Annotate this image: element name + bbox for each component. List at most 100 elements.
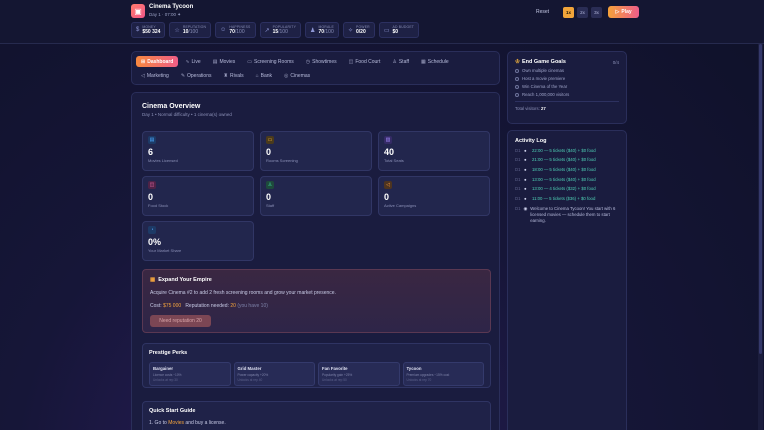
market-icon: ◔ — [148, 226, 156, 234]
clock-icon: ◷ — [305, 58, 311, 65]
log-entry: D1 ◉ Welcome to Cinema Tycoon! You start w… — [515, 205, 616, 224]
circle-icon — [515, 92, 519, 97]
play-button[interactable]: ▷ Play — [608, 6, 640, 18]
ticket-icon: ● — [524, 166, 527, 172]
pulse-icon: ∿ — [185, 58, 190, 65]
speed-3x-button[interactable]: 3x — [591, 6, 603, 18]
tab-staff[interactable]: ♙ Staff — [387, 56, 414, 67]
goal-item: Host a movie premiere — [515, 76, 619, 81]
expand-description: Acquire Cinema #2 to add 2 fresh screeni… — [150, 290, 336, 296]
page-scrollbar[interactable] — [758, 44, 763, 430]
stat-happiness: ☺ HAPPINESS 70/100 — [215, 22, 256, 38]
tab-cinemas[interactable]: ◎ Cinemas — [279, 70, 315, 81]
tab-live[interactable]: ∿ Live — [180, 56, 205, 67]
card-active-campaigns: ◁ 0 Active Campaigns — [378, 176, 490, 216]
info-icon: ◉ — [523, 205, 528, 211]
goals-title: End Game Goals — [521, 59, 566, 65]
reset-button[interactable]: Reset — [532, 7, 553, 17]
food-icon: ◫ — [348, 58, 354, 65]
log-entry: D1 ● 18:00 — 5 tickets ($40) + $0 food — [515, 166, 596, 172]
card-total-seats: ▥ 40 Total Seats — [378, 131, 490, 171]
guide-title: Quick Start Guide — [149, 408, 196, 414]
tab-screening-rooms[interactable]: ▭ Screening Rooms — [242, 56, 298, 67]
stat-money: $ MONEY $50 324 — [131, 22, 166, 38]
screen-icon: ▭ — [266, 136, 274, 144]
rivals-icon: ♜ — [223, 72, 228, 79]
morale-icon: ♟ — [310, 27, 316, 34]
main-nav: ⊞ Dashboard ∿ Live ▤ Movies ▭ Screening Room… — [131, 51, 500, 85]
perk-card: Tycoon Premium upgrades −15% cost Unlocks … — [402, 362, 484, 386]
quick-start-guide: Quick Start Guide 1. Go to Movies and bu… — [142, 401, 491, 430]
log-entry: D1 ● 21:00 — 5 tickets ($40) + $0 food — [515, 157, 596, 163]
clapperboard-icon: ▣ — [131, 4, 145, 18]
tab-operations[interactable]: ✎ Operations — [176, 70, 217, 81]
smile-icon: ☺ — [220, 27, 227, 33]
tab-rivals[interactable]: ♜ Rivals — [218, 70, 248, 81]
stat-power: ✧ POWER 0/20 — [342, 22, 375, 38]
tab-marketing[interactable]: ◁ Marketing — [136, 70, 174, 81]
trend-icon: ↗ — [264, 27, 270, 34]
goal-item: Win Cinema of the Year — [515, 84, 619, 89]
seats-icon: ▥ — [384, 136, 392, 144]
circle-icon — [515, 84, 519, 89]
budget-icon: ▭ — [383, 27, 390, 34]
activity-log: Activity Log D1 ● 22:00 — 5 tickets ($40) … — [507, 130, 627, 430]
movies-link[interactable]: Movies — [168, 420, 184, 426]
tab-bank[interactable]: ⌂ Bank — [251, 70, 277, 81]
app-subtitle: Day 1 · 07:00 ✦ — [149, 12, 182, 17]
stats-bar: $ MONEY $50 324 ☆ REPUTATION 10/100 ☺ HAPP… — [131, 22, 420, 38]
perk-card: Fan Favorite Popularity gain +25% Unlocks … — [318, 362, 400, 386]
log-entry: D1 ● 11:00 — 5 tickets ($36) + $0 food — [515, 196, 596, 202]
game-controls: Reset 1x 2x 3x ▷ Play — [532, 6, 640, 18]
location-icon: ◎ — [284, 72, 289, 79]
log-entry: D1 ● 13:00 — 4 tickets ($32) + $0 food — [515, 186, 596, 192]
ticket-icon: ● — [524, 157, 527, 163]
overview-title: Cinema Overview — [142, 103, 201, 110]
ticket-icon: ● — [524, 147, 527, 153]
tab-food-court[interactable]: ◫ Food Court — [344, 56, 386, 67]
speed-2x-button[interactable]: 2x — [577, 6, 589, 18]
trophy-icon: ♔ — [515, 59, 520, 65]
money-icon: $ — [136, 27, 140, 33]
building-icon: ▦ — [150, 277, 156, 283]
tab-showtimes[interactable]: ◷ Showtimes — [301, 56, 342, 67]
staff-icon: ♙ — [392, 58, 397, 65]
dashboard-icon: ⊞ — [141, 58, 146, 65]
tab-movies[interactable]: ▤ Movies — [208, 56, 241, 67]
goals-count: 0/4 — [612, 59, 619, 65]
end-game-goals: ♔ End Game Goals 0/4 Own multiple cinemas… — [507, 51, 627, 124]
card-rooms-screening: ▭ 0 Rooms Screening — [260, 131, 372, 171]
card-movies-licensed: ▤ 6 Movies Licensed — [142, 131, 254, 171]
star-icon: ☆ — [174, 27, 180, 34]
megaphone-icon: ◁ — [141, 72, 145, 79]
log-title: Activity Log — [515, 138, 547, 144]
power-icon: ✧ — [347, 27, 353, 34]
stat-ad-budget: ▭ AD BUDGET $0 — [378, 22, 420, 38]
food-icon: ◫ — [148, 181, 156, 189]
card-staff: ♙ 0 Staff — [260, 176, 372, 216]
tab-dashboard[interactable]: ⊞ Dashboard — [136, 56, 179, 67]
need-reputation-button[interactable]: Need reputation 20 — [150, 315, 211, 327]
scrollbar-thumb[interactable] — [759, 44, 762, 354]
app-title: Cinema Tycoon — [149, 4, 194, 10]
goal-item: Reach 1,000,000 visitors — [515, 92, 619, 97]
stat-morale: ♟ MORALE 70/100 — [305, 22, 339, 38]
circle-icon — [515, 76, 519, 81]
log-entry: D1 ● 13:00 — 5 tickets ($40) + $0 food — [515, 176, 596, 182]
circle-icon — [515, 68, 519, 73]
perk-card: Grid Master Power capacity +20% Unlocks at… — [233, 362, 315, 386]
expand-empire-panel: ▦ Expand Your Empire Acquire Cinema #2 to… — [142, 269, 491, 333]
log-entry: D1 ● 22:00 — 5 tickets ($40) + $0 food — [515, 147, 596, 153]
top-bar: ▣ Cinema Tycoon Day 1 · 07:00 ✦ $ MONEY $… — [0, 0, 764, 44]
film-icon: ▤ — [212, 58, 218, 65]
perks-title: Prestige Perks — [149, 350, 188, 356]
overview-subtitle: Day 1 • Normal difficulty • 1 cinema(s) … — [142, 112, 232, 117]
tab-schedule[interactable]: ▦ Schedule — [416, 56, 454, 67]
film-icon: ▤ — [148, 136, 156, 144]
ticket-icon: ● — [524, 196, 527, 202]
perk-card: Bargainer Licence costs −10% Unlocks at re… — [149, 362, 231, 386]
speed-1x-button[interactable]: 1x — [563, 6, 575, 18]
expand-title: Expand Your Empire — [158, 277, 212, 283]
divider — [515, 101, 619, 102]
stat-popularity: ↗ POPULARITY 15/100 — [259, 22, 302, 38]
